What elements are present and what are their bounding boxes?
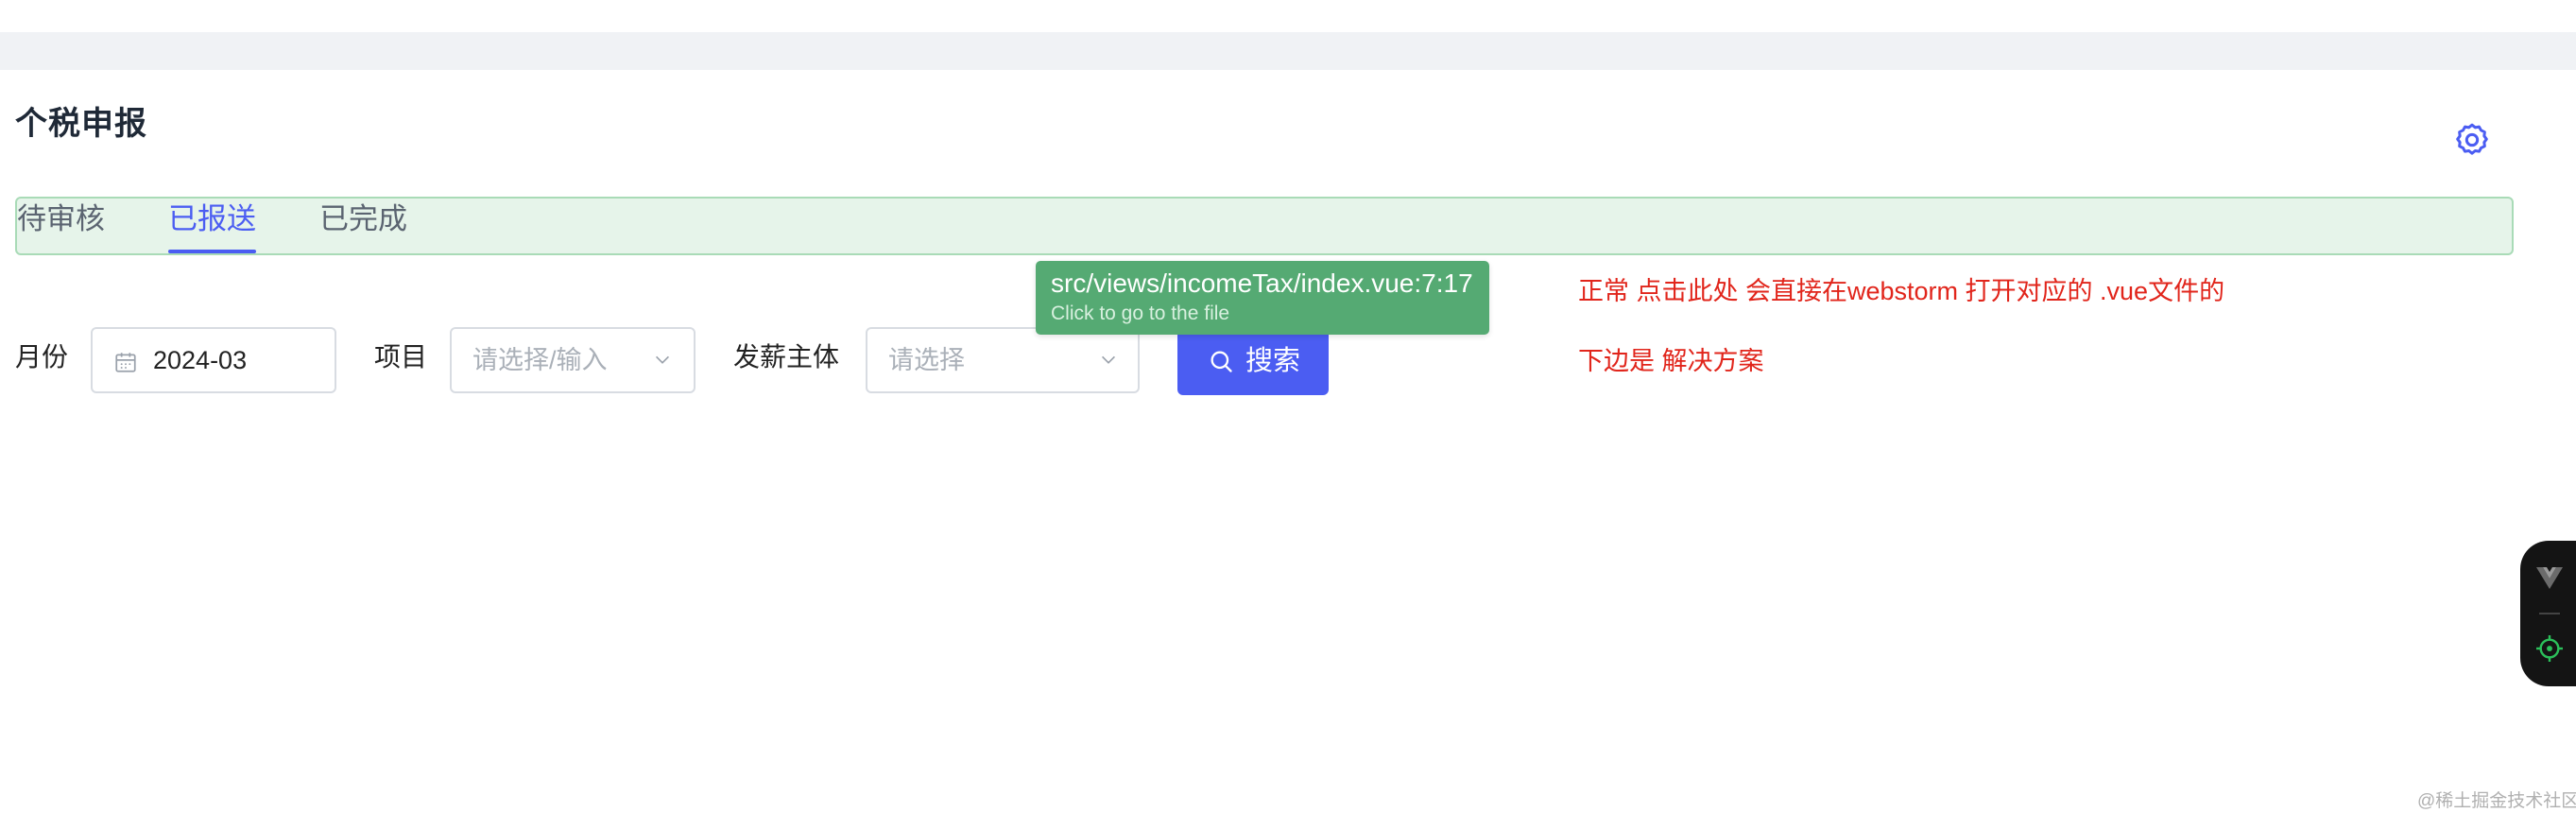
tab-submitted[interactable]: 已报送 xyxy=(168,199,256,253)
project-label: 项目 xyxy=(374,342,428,372)
devtools-separator xyxy=(2539,613,2560,614)
inspector-tooltip[interactable]: src/views/incomeTax/index.vue:7:17 Click… xyxy=(1036,261,1489,335)
chevron-down-icon xyxy=(1101,355,1116,364)
annotation-line-1: 正常 点击此处 会直接在webstorm 打开对应的 .vue文件的 xyxy=(1578,277,2225,305)
search-icon xyxy=(1211,351,1232,372)
chevron-down-icon xyxy=(655,355,670,364)
top-bar xyxy=(0,0,2576,32)
search-button[interactable]: 搜索 xyxy=(1177,327,1329,395)
watermark: @稀土掘金技术社区 xyxy=(2417,791,2576,811)
month-picker[interactable]: 2024-03 xyxy=(91,327,336,393)
tab-completed[interactable]: 已完成 xyxy=(319,199,407,253)
month-value: 2024-03 xyxy=(153,346,248,374)
page-gap xyxy=(0,32,2576,70)
main-content xyxy=(0,70,2576,813)
vue-logo-icon[interactable] xyxy=(2535,565,2564,590)
project-placeholder: 请选择/输入 xyxy=(472,346,608,374)
tooltip-hint: Click to go to the file xyxy=(1051,303,1230,324)
search-button-label: 搜索 xyxy=(1245,346,1301,376)
payer-placeholder: 请选择 xyxy=(888,346,965,374)
page-title: 个税申报 xyxy=(15,106,147,142)
calendar-icon xyxy=(115,353,136,372)
payer-label: 发薪主体 xyxy=(733,342,840,372)
tab-pending-review[interactable]: 待审核 xyxy=(17,199,105,253)
crosshair-icon[interactable] xyxy=(2534,633,2565,664)
payer-select[interactable]: 请选择 xyxy=(866,327,1140,393)
tooltip-file-path: src/views/incomeTax/index.vue:7:17 xyxy=(1051,268,1473,298)
annotation-line-2: 下边是 解决方案 xyxy=(1578,347,1764,375)
gear-icon[interactable] xyxy=(2453,121,2491,159)
month-label: 月份 xyxy=(15,342,69,372)
project-select[interactable]: 请选择/输入 xyxy=(450,327,696,393)
status-tabs: 待审核 已报送 已完成 xyxy=(15,197,2514,255)
devtools-panel xyxy=(2520,541,2576,686)
